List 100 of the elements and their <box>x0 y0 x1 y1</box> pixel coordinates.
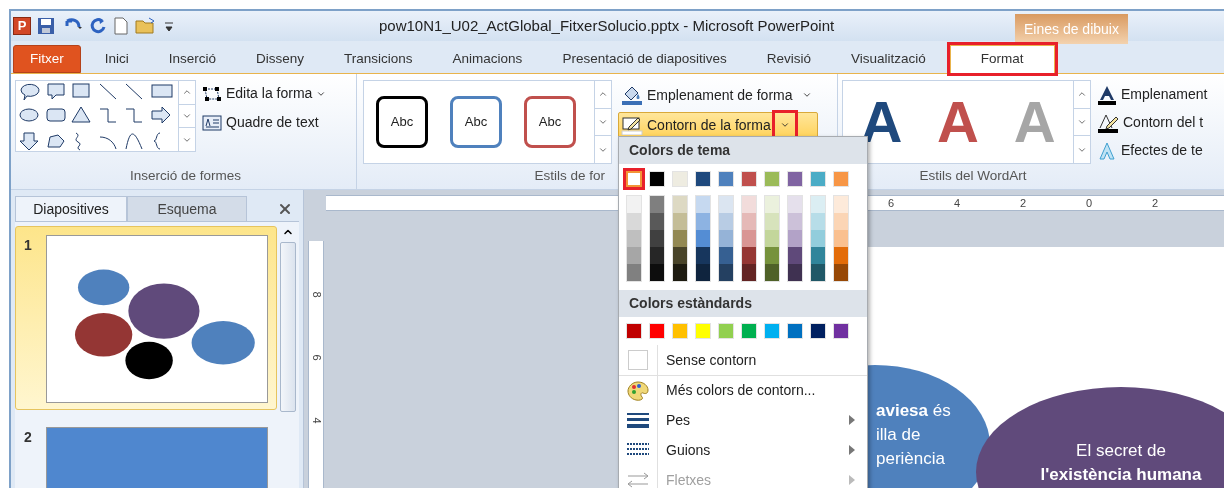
group-label: Estils del WordArt <box>918 166 1028 185</box>
folder-icon[interactable] <box>135 17 157 35</box>
color-swatch[interactable] <box>626 171 642 187</box>
color-swatch[interactable] <box>811 247 825 264</box>
color-swatch[interactable] <box>627 264 641 281</box>
save-icon[interactable] <box>37 17 55 35</box>
color-swatch[interactable] <box>673 247 687 264</box>
color-swatch[interactable] <box>742 230 756 247</box>
caret-icon <box>801 90 812 100</box>
gallery-scrollbar[interactable] <box>1073 81 1090 163</box>
color-swatch[interactable] <box>765 196 779 213</box>
color-swatch[interactable] <box>811 196 825 213</box>
color-swatch[interactable] <box>696 230 710 247</box>
color-swatch[interactable] <box>673 264 687 281</box>
color-swatch[interactable] <box>627 247 641 264</box>
color-swatch[interactable] <box>742 213 756 230</box>
gallery-scrollbar[interactable] <box>594 81 611 163</box>
shape-style-sample[interactable]: Abc <box>376 96 428 148</box>
color-swatch[interactable] <box>788 196 802 213</box>
color-swatch[interactable] <box>650 264 664 281</box>
ribbon-tab[interactable]: Inici <box>88 45 145 73</box>
slide-thumbnail-row[interactable]: 2 <box>15 418 277 488</box>
window-title: pow10N1_U02_ActGlobal_FitxerSolucio.pptx - Microsoft PowerPoint <box>379 15 835 36</box>
color-swatch[interactable] <box>765 230 779 247</box>
color-swatch[interactable] <box>834 213 848 230</box>
menu-item[interactable]: Guions <box>619 435 867 465</box>
ribbon-tab[interactable]: Visualització <box>835 45 942 73</box>
color-swatch[interactable] <box>673 196 687 213</box>
ribbon-tab[interactable]: Transicions <box>328 45 429 73</box>
color-swatch[interactable] <box>696 196 710 213</box>
color-swatch[interactable] <box>650 196 664 213</box>
ribbon-button[interactable]: Efectes de te <box>1097 140 1208 161</box>
ribbon-tab[interactable]: Disseny <box>240 45 321 73</box>
color-swatch[interactable] <box>650 213 664 230</box>
ribbon-button[interactable]: Quadre de text <box>202 112 327 133</box>
color-swatch[interactable] <box>742 196 756 213</box>
ribbon-button[interactable]: Edita la forma <box>202 83 327 104</box>
new-document-icon[interactable] <box>113 17 129 35</box>
color-swatch[interactable] <box>765 247 779 264</box>
color-swatch[interactable] <box>834 196 848 213</box>
color-swatch[interactable] <box>673 213 687 230</box>
color-swatch[interactable] <box>650 247 664 264</box>
color-swatch[interactable] <box>811 264 825 281</box>
text-effects-icon <box>1097 140 1117 161</box>
color-swatch[interactable] <box>696 247 710 264</box>
color-swatch[interactable] <box>719 213 733 230</box>
bubble-text: El secret de <box>1076 440 1166 462</box>
submenu-arrow-icon <box>849 415 855 425</box>
color-swatch[interactable] <box>696 213 710 230</box>
ribbon-tab[interactable]: Fitxer <box>13 45 81 73</box>
color-swatch[interactable] <box>834 264 848 281</box>
color-swatch[interactable] <box>834 247 848 264</box>
color-swatch[interactable] <box>788 213 802 230</box>
color-swatch[interactable] <box>719 196 733 213</box>
app-logo[interactable]: P <box>13 17 31 35</box>
ribbon-tab[interactable]: Revisió <box>750 45 827 73</box>
paint-bucket-icon <box>621 85 643 105</box>
color-swatch[interactable] <box>742 247 756 264</box>
ribbon-button[interactable]: Emplenament de forma <box>618 82 818 108</box>
ribbon-tab[interactable]: Presentació de diapositives <box>546 45 743 73</box>
color-swatch[interactable] <box>650 230 664 247</box>
color-swatch[interactable] <box>627 196 641 213</box>
color-swatch[interactable] <box>788 230 802 247</box>
color-swatch[interactable] <box>811 230 825 247</box>
color-swatch[interactable] <box>834 230 848 247</box>
dropdown-arrow-button[interactable] <box>774 113 795 137</box>
ribbon-button[interactable]: Contorn de la forma <box>618 112 818 138</box>
color-swatch[interactable] <box>673 230 687 247</box>
color-swatch[interactable] <box>719 264 733 281</box>
ribbon-button[interactable]: Emplenament <box>1097 84 1208 105</box>
wordart-style-sample[interactable]: A <box>937 93 979 151</box>
color-swatch[interactable] <box>627 213 641 230</box>
color-swatch[interactable] <box>742 264 756 281</box>
color-swatch[interactable] <box>719 230 733 247</box>
color-swatch[interactable] <box>765 213 779 230</box>
ribbon-tab[interactable]: Format <box>949 45 1055 73</box>
color-swatch[interactable] <box>811 213 825 230</box>
speech-bubble[interactable]: El secret de l'existència humana <box>976 387 1224 488</box>
text-fill-icon <box>1097 84 1117 105</box>
color-swatch[interactable] <box>719 247 733 264</box>
menu-item[interactable]: Més colors de contorn... <box>619 375 867 405</box>
color-swatch[interactable] <box>788 247 802 264</box>
color-swatch[interactable] <box>627 230 641 247</box>
context-tab-label: Eines de dibuix <box>1015 14 1128 44</box>
slide-number: 2 <box>24 428 33 447</box>
shape-style-sample[interactable]: Abc <box>524 96 576 148</box>
shape-style-sample[interactable]: Abc <box>450 96 502 148</box>
menu-item[interactable]: Sense contorn <box>619 345 867 375</box>
color-swatch[interactable] <box>788 264 802 281</box>
panel-tab[interactable]: Diapositives <box>15 196 127 221</box>
ribbon-tab[interactable]: Animacions <box>436 45 539 73</box>
ribbon-tab[interactable]: Inserció <box>152 45 233 73</box>
slide-thumbnail-row[interactable]: 1 <box>15 226 277 410</box>
panel-tab[interactable]: Esquema <box>127 196 247 221</box>
ribbon-button[interactable]: Contorn del t <box>1097 112 1208 133</box>
redo-icon[interactable] <box>89 17 107 35</box>
gallery-scrollbar[interactable] <box>178 81 195 151</box>
color-swatch[interactable] <box>696 264 710 281</box>
menu-item[interactable]: Pes <box>619 405 867 435</box>
color-swatch[interactable] <box>765 264 779 281</box>
